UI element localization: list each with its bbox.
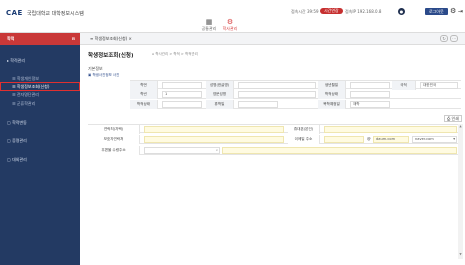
email-domain-select[interactable]: naver.com ▾: [412, 136, 457, 143]
guardian-phone-field[interactable]: [144, 136, 284, 143]
zipcode-field[interactable]: ⌕: [144, 147, 220, 154]
address-field[interactable]: [222, 147, 457, 154]
mobile-label: 휴대폰(본인): [288, 125, 320, 134]
user-icon[interactable]: ●: [398, 8, 405, 15]
sidebar-title: 학적 ⊟: [0, 33, 80, 45]
search-icon[interactable]: ⌕: [216, 148, 219, 153]
form-row-1: 학번 성명(한글명) 생년월일 국적 대한민국: [130, 80, 461, 90]
close-tab-icon[interactable]: ×: [128, 36, 131, 41]
system-title: 국립대학교 대학정보시스템: [27, 11, 84, 17]
home-phone-label: 연락처(자택): [88, 125, 140, 134]
photo-label: 학생사진정보 사진: [92, 73, 120, 77]
photo-link[interactable]: ▣ 학생사진정보 사진: [88, 73, 119, 78]
contact-row-2: 보호자연락처 이메일 주소 @ daum.com naver.com ▾: [88, 135, 461, 144]
sidebar-item-label: 증명관리: [12, 138, 27, 143]
extend-session-button[interactable]: 시간연장: [320, 8, 343, 14]
nationality-field[interactable]: 대한민국: [420, 82, 458, 89]
section-basic-info: 기본정보: [88, 66, 103, 71]
settings-gear-icon[interactable]: ⚙: [450, 7, 456, 15]
window-expand-icon[interactable]: ⋯: [450, 35, 458, 42]
mobile-field[interactable]: [324, 126, 457, 133]
contact-row-3: 우편물 수령주소 ⌕: [88, 146, 461, 155]
sidebar-item-certificates[interactable]: ▢ 증명관리: [0, 136, 80, 145]
email-at-symbol: @: [367, 137, 371, 141]
print-label: 인쇄: [451, 116, 459, 121]
form-row-3: 학적상태 휴학일 복학예정일 재학: [130, 100, 461, 109]
image-icon: ▣: [88, 73, 92, 77]
sidebar: [0, 33, 80, 265]
sidebar-item-roster[interactable]: ☰ 전자명단관리: [0, 90, 80, 99]
sidebar-item-label: 대외관리: [12, 157, 27, 162]
menu-common-label: 공통관리: [201, 26, 217, 31]
email-local-field[interactable]: [324, 136, 364, 143]
scroll-up-icon[interactable]: ▲: [458, 124, 463, 129]
sidebar-item-status-change[interactable]: ▢ 학적변동: [0, 118, 80, 127]
birthdate-label: 생년월일: [318, 81, 346, 90]
sidebar-item-external[interactable]: ▢ 대외관리: [0, 155, 80, 164]
tab-bar: [80, 33, 465, 45]
breadcrumb-text: 학사관리 > 학적 > 학적관리: [155, 52, 198, 56]
form-row-2: 학년 1 영문성명 학적상태: [130, 90, 461, 99]
chevron-down-icon: ▾: [453, 137, 455, 141]
contact-row-1: 연락처(자택) 휴대폰(본인): [88, 124, 461, 134]
menu-academic-label: 학사관리: [222, 26, 238, 31]
english-name-label: 영문성명: [206, 90, 234, 99]
leave-date-field[interactable]: [238, 101, 278, 108]
window-refresh-icon[interactable]: ↻: [440, 35, 448, 42]
session-time: 접속시간 39:59: [291, 9, 319, 14]
sidebar-item-label: 전자명단관리: [16, 92, 39, 97]
status-field[interactable]: [350, 91, 390, 98]
email-domain-select-value: naver.com: [415, 137, 434, 141]
print-icon: ⎙: [447, 116, 451, 121]
status-label: 학적상태: [318, 90, 346, 99]
sidebar-item-label: 군휴학관리: [16, 101, 36, 106]
grade-label: 학년: [130, 90, 158, 99]
return-date-field[interactable]: 재학: [350, 101, 390, 108]
home-phone-field[interactable]: [144, 126, 284, 133]
nationality-label: 국적: [392, 81, 416, 90]
english-name-field[interactable]: [238, 91, 316, 98]
home-icon: ≡: [90, 36, 94, 41]
ip-info: 접속IP 192.168.0.8: [345, 9, 382, 14]
return-date-label: 복학예정일: [318, 100, 346, 109]
academic-status-field[interactable]: [162, 101, 202, 108]
email-label: 이메일 주소: [288, 135, 320, 144]
birthdate-field[interactable]: [350, 82, 390, 89]
email-domain-field[interactable]: daum.com: [373, 136, 409, 143]
guardian-phone-label: 보호자연락처: [88, 135, 140, 144]
sidebar-item-label: 학적변동: [12, 120, 27, 125]
tab-student-inquiry[interactable]: ≡ 학생정보조회(신청) ×: [90, 36, 132, 42]
gear-icon: ⚙: [226, 18, 234, 26]
logo[interactable]: CAE: [6, 9, 23, 17]
exit-icon[interactable]: ⇥: [458, 8, 463, 15]
academic-status-label: 학적상태: [130, 100, 158, 109]
student-id-field[interactable]: [162, 82, 202, 89]
sidebar-item-military-leave[interactable]: ☰ 군휴학관리: [0, 99, 80, 108]
name-field[interactable]: [238, 82, 316, 89]
mailing-address-label: 우편물 수령주소: [88, 146, 140, 155]
grid-icon: ▦: [205, 18, 213, 26]
grade-field[interactable]: 1: [162, 91, 202, 98]
sidebar-title-label: 학적: [7, 36, 15, 41]
sidebar-collapse-icon[interactable]: ⊟: [72, 33, 75, 45]
sidebar-item-student-records[interactable]: ▸ 학적관리: [0, 56, 80, 65]
print-button[interactable]: ⎙ 인쇄: [444, 115, 462, 122]
menu-common[interactable]: ▦ 공통관리: [201, 18, 217, 32]
page-title: 학생정보조회(신청): [88, 53, 134, 59]
breadcrumb: ⌂ 학사관리 > 학적 > 학적관리: [152, 52, 198, 57]
logout-button[interactable]: 로그아웃: [425, 8, 448, 15]
scrollbar[interactable]: [458, 124, 463, 259]
sidebar-item-label: 학생개인정보: [16, 76, 39, 81]
sidebar-item-label: 학적관리: [10, 58, 26, 63]
sidebar-item-label: 학생정보조회(신청): [16, 84, 50, 89]
tab-label: 학생정보조회(신청): [94, 36, 128, 41]
name-label: 성명(한글명): [206, 81, 234, 90]
scroll-down-icon[interactable]: ▼: [458, 252, 463, 257]
leave-date-label: 휴학일: [206, 100, 234, 109]
menu-academic[interactable]: ⚙ 학사관리: [222, 18, 238, 32]
student-id-label: 학번: [130, 81, 158, 90]
